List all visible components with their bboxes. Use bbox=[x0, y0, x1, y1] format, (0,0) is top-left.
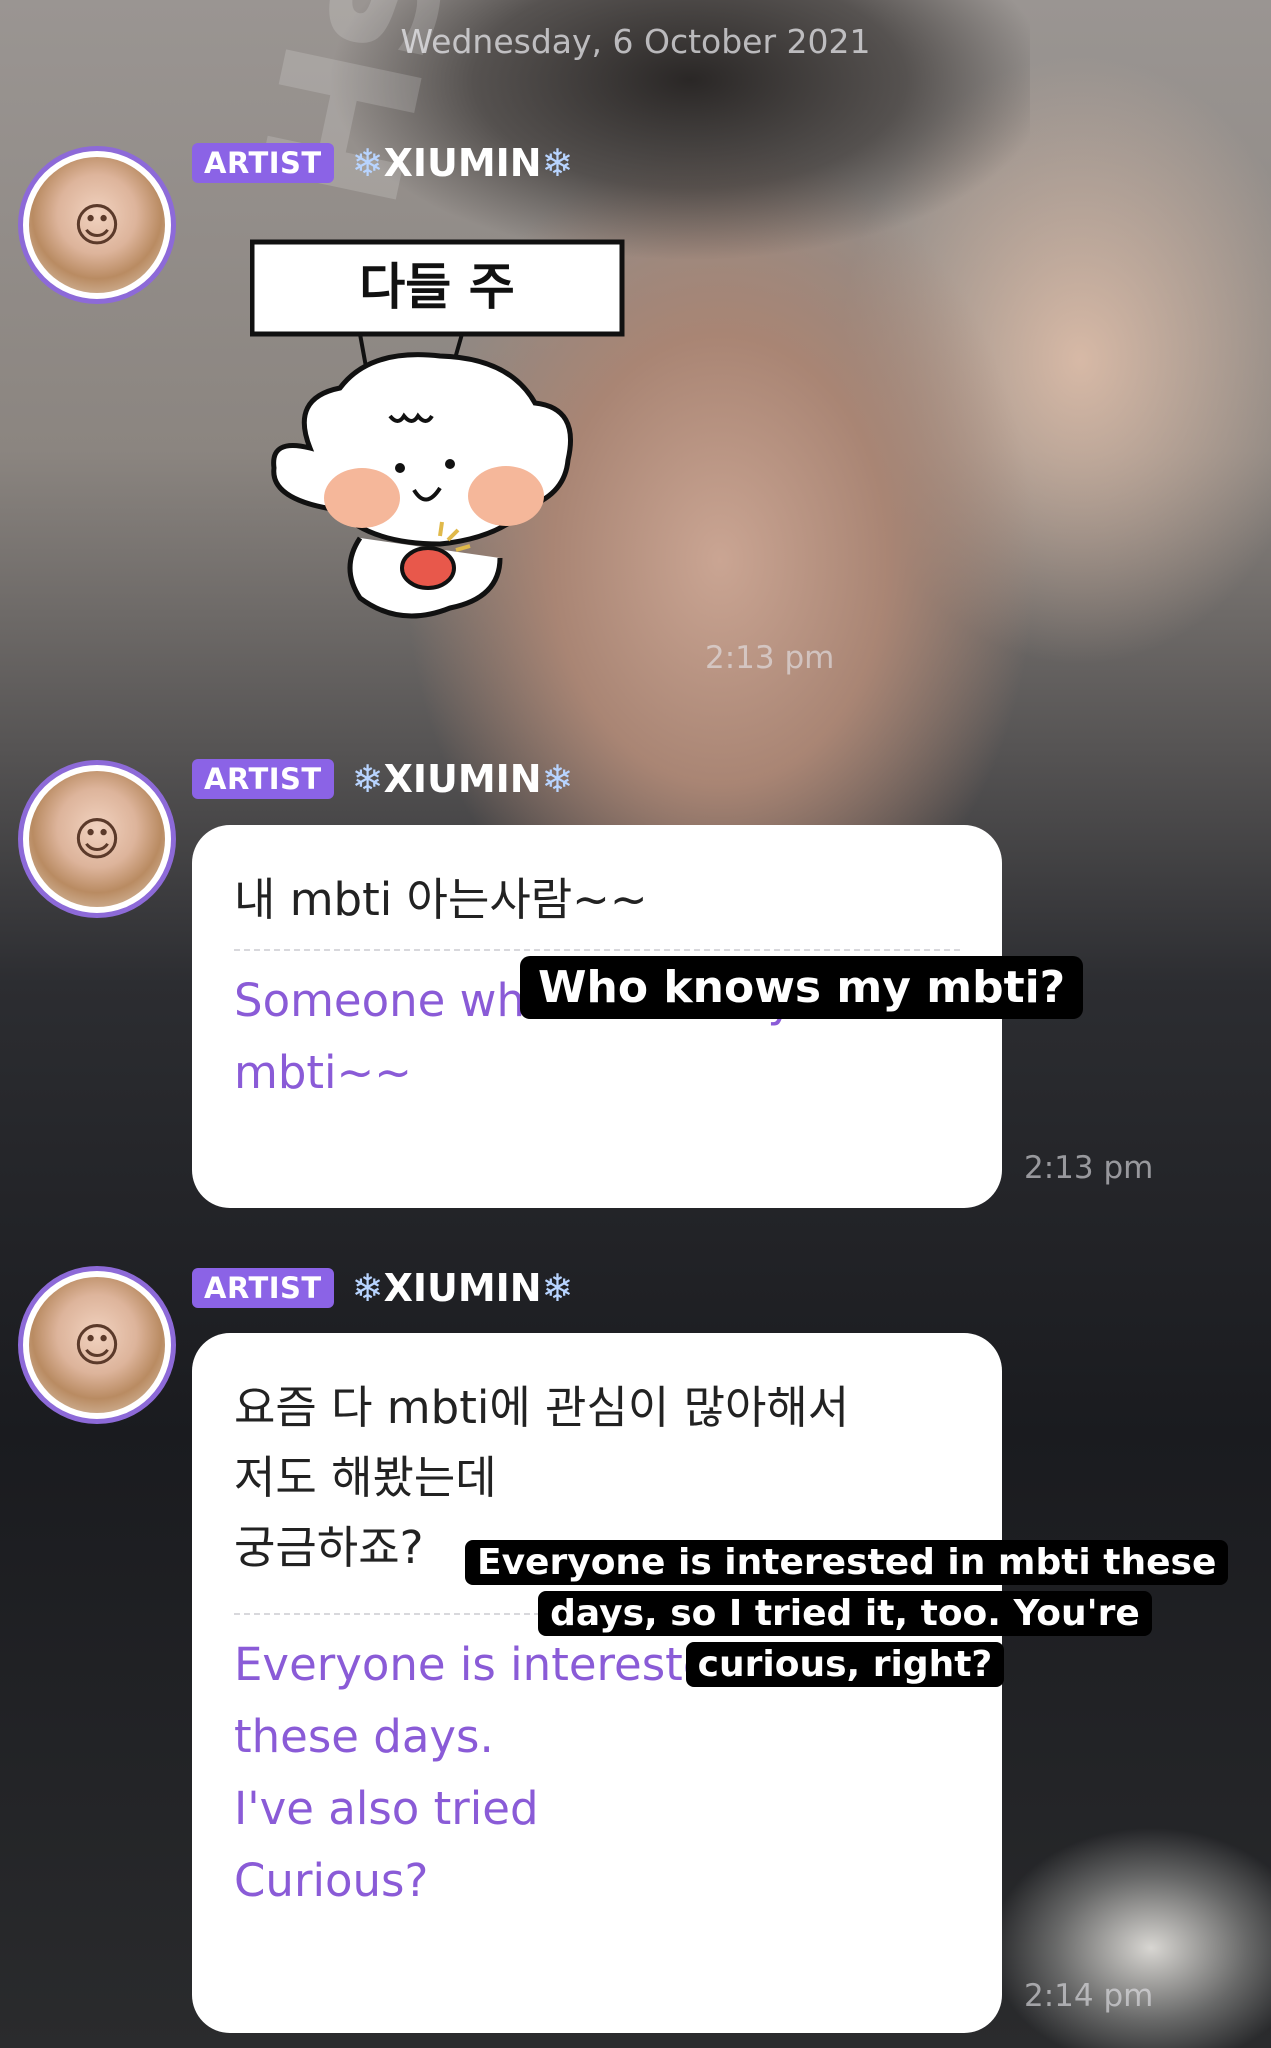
caption-text: Everyone is interested in mbti these day… bbox=[465, 1540, 1229, 1687]
sender-row: ARTIST ❄ XIUMIN ❄ bbox=[192, 141, 573, 185]
caption: Everyone is interested in mbti these day… bbox=[465, 1537, 1229, 1690]
artist-badge: ARTIST bbox=[192, 759, 334, 799]
message-time: 2:13 pm bbox=[705, 640, 835, 676]
snowflake-icon: ❄ bbox=[351, 757, 384, 801]
snowflake-icon: ❄ bbox=[541, 1266, 574, 1310]
message-korean: 내 mbti 아는사람~~ bbox=[234, 873, 648, 926]
sender-name-text: XIUMIN bbox=[383, 757, 542, 801]
date-header: Wednesday, 6 October 2021 bbox=[400, 22, 871, 61]
snowflake-icon: ❄ bbox=[351, 141, 384, 185]
sender-row: ARTIST ❄ XIUMIN ❄ bbox=[192, 1266, 573, 1310]
sender-row: ARTIST ❄ XIUMIN ❄ bbox=[192, 757, 573, 801]
snowflake-icon: ❄ bbox=[351, 1266, 384, 1310]
message-time: 2:13 pm bbox=[1024, 1150, 1154, 1186]
caption: Who knows my mbti? bbox=[520, 956, 1084, 1019]
snowflake-icon: ❄ bbox=[541, 757, 574, 801]
profile-photo-icon: ☺ bbox=[29, 1277, 165, 1413]
avatar[interactable]: ☺ bbox=[18, 1266, 176, 1424]
sender-name: ❄ XIUMIN ❄ bbox=[352, 141, 574, 185]
artist-badge: ARTIST bbox=[192, 1268, 334, 1308]
avatar[interactable]: ☺ bbox=[18, 146, 176, 304]
message-time: 2:14 pm bbox=[1024, 1978, 1154, 2014]
artist-badge: ARTIST bbox=[192, 143, 334, 183]
avatar[interactable]: ☺ bbox=[18, 760, 176, 918]
sender-name-text: XIUMIN bbox=[383, 141, 542, 185]
baby-character-sticker[interactable]: 다들 주 bbox=[250, 238, 630, 658]
sender-name: ❄ XIUMIN ❄ bbox=[352, 757, 574, 801]
sender-name-text: XIUMIN bbox=[383, 1266, 542, 1310]
profile-photo-icon: ☺ bbox=[29, 771, 165, 907]
divider bbox=[234, 949, 960, 951]
sender-name: ❄ XIUMIN ❄ bbox=[352, 1266, 574, 1310]
profile-photo-icon: ☺ bbox=[29, 157, 165, 293]
snowflake-icon: ❄ bbox=[541, 141, 574, 185]
sticker-sign-text: 다들 주 bbox=[359, 258, 514, 316]
